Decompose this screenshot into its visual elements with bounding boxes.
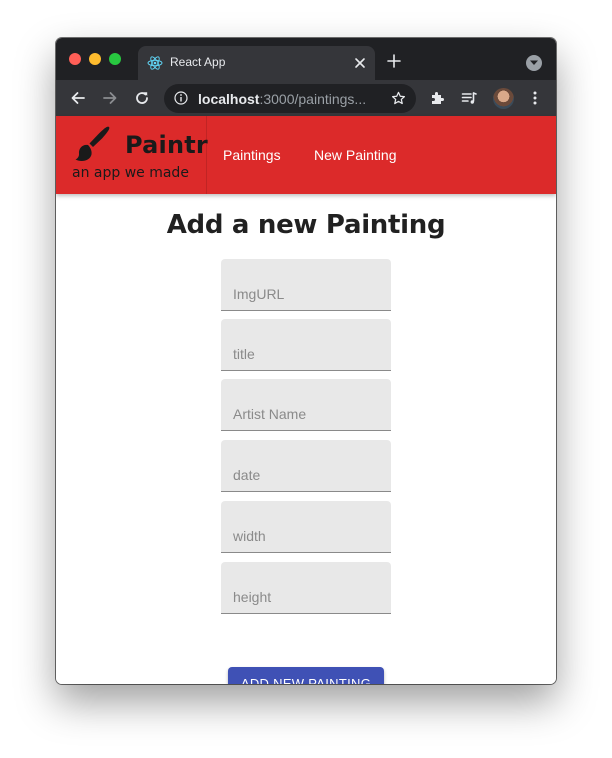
maximize-window-button[interactable] xyxy=(109,53,121,65)
browser-window: React App localhost:3000/paintings... Pa… xyxy=(56,38,556,684)
minimize-window-button[interactable] xyxy=(89,53,101,65)
media-queue-icon[interactable] xyxy=(461,90,477,106)
brand[interactable]: Paintr an app we made xyxy=(56,116,208,194)
tab-strip: React App xyxy=(56,38,556,80)
react-icon xyxy=(147,56,163,70)
reload-icon[interactable] xyxy=(134,90,150,106)
artist-name-input[interactable] xyxy=(221,379,391,430)
profile-avatar[interactable] xyxy=(493,88,514,109)
date-field xyxy=(221,440,391,492)
height-field xyxy=(221,562,391,614)
address-url: localhost:3000/paintings... xyxy=(198,91,366,107)
browser-tab[interactable]: React App xyxy=(138,46,375,80)
title-input[interactable] xyxy=(221,319,391,370)
brand-name: Paintr xyxy=(125,131,208,159)
page-viewport: Paintr an app we made Paintings New Pain… xyxy=(56,116,556,684)
url-path: :3000/paintings... xyxy=(259,91,367,107)
tab-search-chevron-icon[interactable] xyxy=(526,55,542,71)
paintbrush-icon xyxy=(75,126,110,161)
page-title: Add a new Painting xyxy=(166,210,446,240)
imgurl-input[interactable] xyxy=(221,259,391,310)
width-field xyxy=(221,501,391,553)
width-input[interactable] xyxy=(221,501,391,552)
url-host: localhost xyxy=(198,91,260,107)
bookmark-star-icon[interactable] xyxy=(391,91,406,106)
tab-title: React App xyxy=(170,55,226,69)
browser-toolbar: localhost:3000/paintings... xyxy=(56,80,556,116)
nav-link-paintings[interactable]: Paintings xyxy=(223,147,281,163)
extensions-puzzle-icon[interactable] xyxy=(429,90,445,106)
close-window-button[interactable] xyxy=(69,53,81,65)
more-menu-icon[interactable] xyxy=(527,90,543,106)
date-input[interactable] xyxy=(221,440,391,491)
title-field xyxy=(221,319,391,371)
brand-tagline: an app we made xyxy=(72,165,189,181)
close-icon[interactable] xyxy=(352,55,368,71)
app-bar: Paintr an app we made Paintings New Pain… xyxy=(56,116,556,194)
new-tab-plus-icon[interactable] xyxy=(386,53,402,69)
forward-arrow-icon[interactable] xyxy=(102,90,118,106)
back-arrow-icon[interactable] xyxy=(70,90,86,106)
address-bar[interactable]: localhost:3000/paintings... xyxy=(164,84,416,113)
nav-link-new-painting[interactable]: New Painting xyxy=(314,147,397,163)
add-new-painting-button[interactable]: ADD NEW PAINTING xyxy=(228,667,384,684)
info-icon[interactable] xyxy=(174,91,188,105)
height-input[interactable] xyxy=(221,562,391,613)
artist-name-field xyxy=(221,379,391,431)
imgurl-field xyxy=(221,259,391,311)
